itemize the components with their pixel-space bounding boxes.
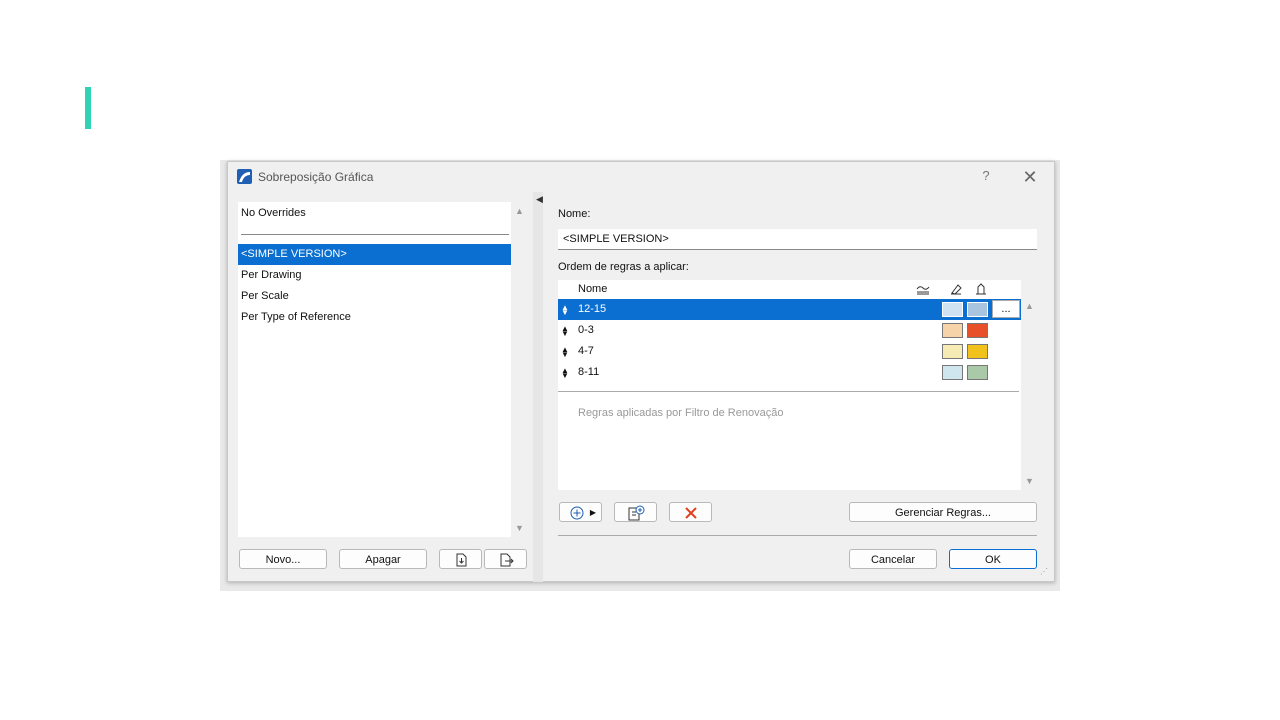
slide-accent-bar bbox=[85, 87, 91, 129]
scroll-down-icon[interactable]: ▼ bbox=[1025, 476, 1034, 486]
fill-swatch[interactable] bbox=[942, 302, 963, 317]
column-header-name: Nome bbox=[578, 283, 608, 295]
drag-handle-icon[interactable]: ▲ ▼ bbox=[560, 320, 570, 338]
panel-splitter[interactable]: ◀ bbox=[533, 192, 543, 582]
rule-name: 0-3 bbox=[578, 324, 594, 336]
left-list-scrollbar[interactable]: ▲ ▼ bbox=[511, 202, 527, 537]
rule-row-0-3[interactable]: ▲ ▼ 0-3 bbox=[558, 320, 1021, 341]
new-button[interactable]: Novo... bbox=[239, 549, 327, 569]
list-item-no-overrides[interactable]: No Overrides bbox=[238, 203, 511, 224]
export-icon bbox=[500, 553, 514, 567]
list-item-per-drawing[interactable]: Per Drawing bbox=[238, 265, 511, 286]
ok-button[interactable]: OK bbox=[949, 549, 1037, 569]
import-button[interactable] bbox=[439, 549, 482, 569]
graphic-override-dialog: Sobreposição Gráfica ? ✕ No Overrides <S… bbox=[227, 161, 1055, 582]
scroll-up-icon[interactable]: ▲ bbox=[1025, 301, 1034, 311]
resize-grip-icon[interactable]: ⋰ bbox=[1040, 567, 1050, 577]
close-button[interactable]: ✕ bbox=[1018, 166, 1042, 188]
background-swatch[interactable] bbox=[967, 302, 988, 317]
fill-swatch[interactable] bbox=[942, 323, 963, 338]
drag-handle-icon[interactable]: ▲ ▼ bbox=[560, 341, 570, 359]
override-combination-list: No Overrides <SIMPLE VERSION> Per Drawin… bbox=[238, 202, 511, 537]
fill-swatch[interactable] bbox=[942, 365, 963, 380]
rules-table-header: Nome bbox=[558, 280, 1021, 300]
collapse-left-icon[interactable]: ◀ bbox=[536, 194, 543, 205]
rule-options-button[interactable]: ... bbox=[992, 300, 1020, 318]
delete-button[interactable]: Apagar bbox=[339, 549, 427, 569]
scroll-up-icon[interactable]: ▲ bbox=[515, 206, 524, 216]
list-item-simple-version[interactable]: <SIMPLE VERSION> bbox=[238, 244, 511, 265]
rule-name: 12-15 bbox=[578, 303, 607, 315]
scroll-down-icon[interactable]: ▼ bbox=[515, 523, 524, 533]
name-input[interactable]: <SIMPLE VERSION> bbox=[558, 229, 1037, 250]
background-swatch[interactable] bbox=[967, 365, 988, 380]
rules-order-label: Ordem de regras a aplicar: bbox=[558, 261, 689, 273]
delete-x-icon bbox=[684, 507, 697, 519]
renovation-filter-hint: Regras aplicadas por Filtro de Renovação bbox=[578, 407, 784, 419]
add-rule-button[interactable]: ▶ bbox=[559, 502, 602, 522]
manage-rules-button[interactable]: Gerenciar Regras... bbox=[849, 502, 1037, 522]
rule-name: 8-11 bbox=[578, 366, 600, 378]
rule-row-12-15[interactable]: ▲ ▼ 12-15 ... bbox=[558, 299, 1021, 320]
cancel-button[interactable]: Cancelar bbox=[849, 549, 937, 569]
footer-separator bbox=[558, 535, 1037, 536]
background-swatch[interactable] bbox=[967, 323, 988, 338]
fill-column-icon bbox=[950, 283, 962, 298]
drag-handle-icon[interactable]: ▲ ▼ bbox=[560, 362, 570, 380]
remove-rule-button[interactable] bbox=[669, 502, 712, 522]
surface-column-icon bbox=[916, 283, 930, 298]
rules-scrollbar[interactable]: ▲ ▼ bbox=[1021, 280, 1037, 490]
add-rule-from-library-button[interactable] bbox=[614, 502, 657, 522]
title-bar: Sobreposição Gráfica ? ✕ bbox=[228, 162, 1054, 192]
add-circle-icon bbox=[570, 506, 583, 520]
import-icon bbox=[456, 553, 466, 567]
name-label: Nome: bbox=[558, 208, 591, 220]
rule-library-icon bbox=[628, 505, 644, 521]
rule-name: 4-7 bbox=[578, 345, 594, 357]
list-divider bbox=[241, 234, 509, 235]
export-button[interactable] bbox=[484, 549, 527, 569]
window-title: Sobreposição Gráfica bbox=[258, 170, 374, 184]
archicad-app-icon bbox=[237, 169, 252, 184]
background-column-icon bbox=[975, 283, 987, 298]
rule-row-4-7[interactable]: ▲ ▼ 4-7 bbox=[558, 341, 1021, 362]
rule-row-8-11[interactable]: ▲ ▼ 8-11 bbox=[558, 362, 1021, 383]
help-button[interactable]: ? bbox=[976, 168, 996, 186]
background-swatch[interactable] bbox=[967, 344, 988, 359]
list-item-per-scale[interactable]: Per Scale bbox=[238, 286, 511, 307]
fill-swatch[interactable] bbox=[942, 344, 963, 359]
rules-table: Nome ▲ ▼ 12-15 ... ▲ ▼ 0-3 ▲ ▼ 4-7 ▲ ▼ 8… bbox=[558, 280, 1021, 490]
drag-handle-icon[interactable]: ▲ ▼ bbox=[560, 299, 570, 317]
list-item-per-type-of-reference[interactable]: Per Type of Reference bbox=[238, 307, 511, 328]
rules-separator bbox=[558, 391, 1019, 392]
dropdown-arrow-icon: ▶ bbox=[589, 508, 596, 517]
